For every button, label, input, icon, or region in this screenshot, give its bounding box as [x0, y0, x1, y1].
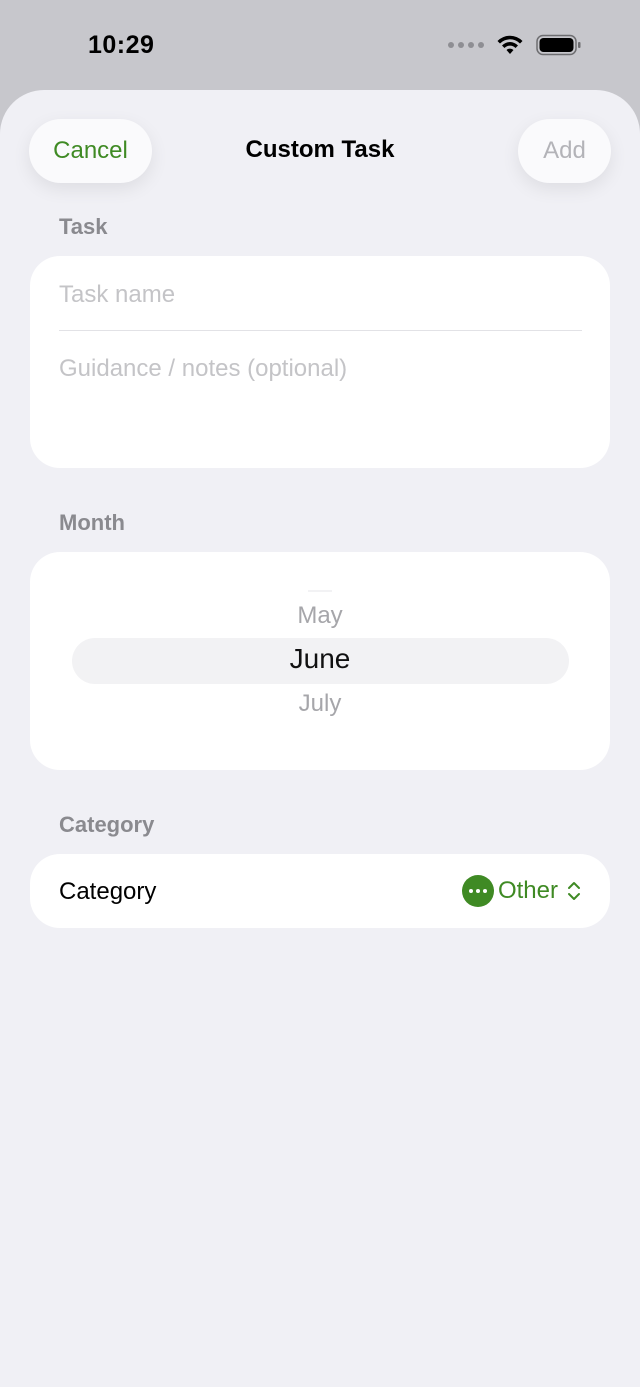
task-section-label: Task — [59, 214, 108, 239]
status-icons — [448, 34, 582, 56]
task-card — [30, 256, 610, 468]
status-bar: 10:29 — [0, 0, 640, 90]
month-option-previous[interactable]: May — [30, 602, 610, 630]
task-name-input[interactable] — [59, 278, 582, 312]
category-value: Other — [497, 877, 558, 904]
category-row[interactable]: Category Other — [30, 854, 610, 928]
month-picker-card: May June July — [30, 552, 610, 770]
battery-icon — [536, 34, 581, 56]
chevron-up-down-icon — [568, 882, 580, 900]
ellipsis-circle-icon — [461, 875, 494, 907]
wifi-icon — [497, 35, 523, 54]
status-time: 10:29 — [88, 31, 155, 59]
category-row-label: Category — [59, 878, 157, 905]
month-section-label: Month — [59, 510, 125, 535]
cellular-signal-icon — [448, 42, 484, 48]
category-picker[interactable]: Other — [461, 875, 582, 907]
month-option-next[interactable]: July — [30, 690, 610, 718]
category-section-label: Category — [59, 812, 155, 837]
month-option-selected[interactable]: June — [30, 643, 610, 675]
custom-task-sheet: Cancel Custom Task Add Task Month May Ju… — [0, 90, 640, 1387]
notes-input[interactable] — [59, 352, 582, 386]
divider — [59, 330, 582, 331]
picker-faded-row — [308, 590, 332, 592]
add-button[interactable]: Add — [518, 119, 611, 183]
